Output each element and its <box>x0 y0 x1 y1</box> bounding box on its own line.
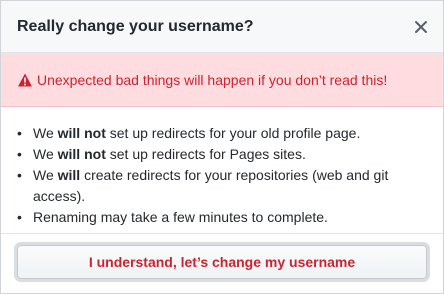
list-item-text: We <box>33 125 58 141</box>
list-item-text: set up redirects for your old profile pa… <box>105 125 361 141</box>
list-item-emphasis: will not <box>57 146 106 162</box>
list-item-text: set up redirects for Pages sites. <box>105 146 306 162</box>
list-item: • We will create redirects for your repos… <box>17 165 429 207</box>
list-item: • We will not set up redirects for your o… <box>17 123 429 144</box>
list-item: • We will not set up redirects for Pages … <box>17 144 429 165</box>
warning-text: Unexpected bad things will happen if you… <box>37 72 388 88</box>
dialog-footer: I understand, let’s change my username <box>1 233 443 293</box>
list-item-text: We <box>33 146 58 162</box>
close-icon[interactable] <box>411 17 431 37</box>
rename-dialog: Really change your username? Unexpected … <box>0 0 444 294</box>
warning-flash: Unexpected bad things will happen if you… <box>1 53 443 107</box>
bullet: • <box>17 146 22 162</box>
confirm-change-username-button[interactable]: I understand, let’s change my username <box>17 245 427 279</box>
bullet: • <box>17 167 22 183</box>
consequences-list: • We will not set up redirects for your o… <box>17 123 429 228</box>
list-item-text: Renaming may take a few minutes to compl… <box>33 209 328 225</box>
list-item-text: create redirects for your repositories (… <box>33 167 389 204</box>
list-item: • Renaming may take a few minutes to comp… <box>17 207 429 228</box>
alert-icon <box>17 72 33 88</box>
bullet: • <box>17 209 22 225</box>
list-item-emphasis: will <box>57 167 81 183</box>
list-item-emphasis: will not <box>57 125 106 141</box>
dialog-title: Really change your username? <box>17 18 254 35</box>
bullet: • <box>17 125 22 141</box>
dialog-header: Really change your username? <box>1 1 443 53</box>
list-item-text: We <box>33 167 58 183</box>
